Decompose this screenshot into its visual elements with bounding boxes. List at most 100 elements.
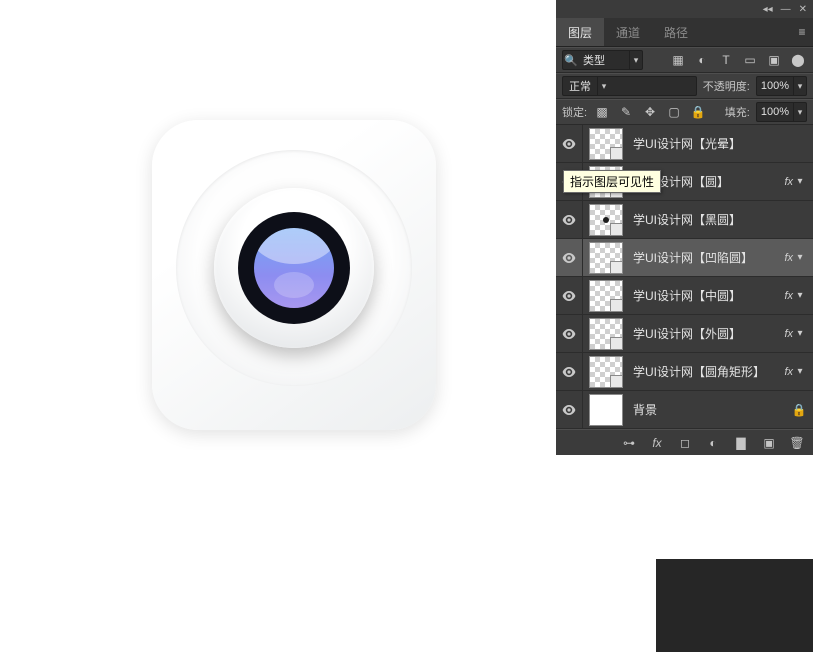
lock-transparent-icon[interactable]: ▩	[593, 103, 611, 121]
eye-icon	[562, 405, 576, 415]
layer-visibility-toggle[interactable]	[556, 125, 583, 162]
layer-visibility-toggle[interactable]	[556, 201, 583, 238]
shape-filter-icon[interactable]: ▭	[741, 51, 759, 69]
chevron-down-icon[interactable]: ▾	[793, 328, 807, 339]
layer-visibility-toggle[interactable]	[556, 353, 583, 390]
eye-icon	[562, 367, 576, 377]
tab-paths[interactable]: 路径	[652, 18, 700, 46]
chevron-down-icon: ▾	[793, 77, 806, 95]
layer-name-label: 学UI设计网【凹陷圆】	[633, 249, 780, 266]
layer-kind-filter[interactable]: 🔍 类型 ▾	[562, 50, 643, 70]
layer-thumbnail[interactable]	[589, 280, 623, 312]
layer-row[interactable]: 学UI设计网【圆角矩形】 fx▾	[556, 353, 813, 391]
layer-thumbnail[interactable]	[589, 204, 623, 236]
link-icon[interactable]: ⊶	[621, 436, 637, 450]
type-filter-icon[interactable]: T	[717, 51, 735, 69]
artwork	[152, 120, 442, 440]
layer-name-label: 背景	[633, 401, 791, 418]
adjust-icon[interactable]: ◐	[705, 436, 721, 450]
eye-icon	[562, 139, 576, 149]
layer-thumbnail[interactable]	[589, 242, 623, 274]
lens-reflection	[274, 272, 314, 298]
layer-kind-label: 类型	[579, 52, 629, 68]
smart-filter-icon[interactable]: ▣	[765, 51, 783, 69]
layer-thumbnail[interactable]	[589, 356, 623, 388]
chevron-down-icon: ▾	[629, 51, 642, 69]
lock-label: 锁定:	[562, 104, 587, 120]
layer-row[interactable]: 学UI设计网【黑圆】	[556, 201, 813, 239]
tab-layers[interactable]: 图层	[556, 18, 604, 46]
panel-minimize-icon[interactable]: —	[781, 4, 791, 15]
lock-all-icon[interactable]: 🔒	[689, 103, 707, 121]
filter-toggle-icon[interactable]: ⬤	[789, 51, 807, 69]
fx-indicator-icon[interactable]: fx	[784, 366, 793, 378]
layer-row[interactable]: 学UI设计网【凹陷圆】 fx▾	[556, 239, 813, 277]
panel-menu-icon[interactable]: ≡	[791, 18, 813, 46]
layer-name-label: 学UI设计网【黑圆】	[633, 211, 807, 228]
layer-visibility-toggle[interactable]	[556, 391, 583, 428]
blend-mode-select[interactable]: 正常 ▾	[562, 76, 697, 96]
eye-icon	[562, 215, 576, 225]
layer-thumbnail[interactable]	[589, 394, 623, 426]
layer-visibility-toggle[interactable]	[556, 315, 583, 352]
pixel-filter-icon[interactable]: ▦	[669, 51, 687, 69]
layer-visibility-toggle[interactable]	[556, 239, 583, 276]
trash-icon[interactable]: 🗑	[789, 436, 805, 450]
layer-filter-row: 🔍 类型 ▾ ▦ ◐ T ▭ ▣ ⬤	[556, 47, 813, 73]
search-icon: 🔍	[563, 54, 579, 67]
layer-row[interactable]: 学UI设计网【外圆】 fx▾	[556, 315, 813, 353]
lens-highlight	[254, 228, 334, 264]
new-layer-icon[interactable]: ▣	[761, 436, 777, 450]
app-background-strip	[656, 559, 813, 652]
lock-brush-icon[interactable]: ✎	[617, 103, 635, 121]
mask-icon[interactable]: ◻	[677, 436, 693, 450]
blend-opacity-row: 正常 ▾ 不透明度: 100% ▾	[556, 73, 813, 99]
layer-name-label: 学UI设计网【光晕】	[633, 135, 807, 152]
lock-position-icon[interactable]: ✥	[641, 103, 659, 121]
layer-name-label: 学UI设计网【圆角矩形】	[633, 363, 780, 380]
opacity-input[interactable]: 100% ▾	[756, 76, 807, 96]
fill-input[interactable]: 100% ▾	[756, 102, 807, 122]
layer-lens	[254, 228, 334, 308]
lock-icon: 🔒	[791, 403, 807, 417]
tab-channels[interactable]: 通道	[604, 18, 652, 46]
chevron-down-icon: ▾	[793, 103, 806, 121]
document-canvas[interactable]	[0, 0, 556, 652]
layer-name-label: 学UI设计网【中圆】	[633, 287, 780, 304]
fx-indicator-icon[interactable]: fx	[784, 176, 793, 188]
chevron-down-icon: ▾	[597, 77, 610, 95]
fill-label: 填充:	[725, 104, 750, 120]
layer-row[interactable]: 学UI设计网【中圆】 fx▾	[556, 277, 813, 315]
chevron-down-icon[interactable]: ▾	[793, 290, 807, 301]
fx-indicator-icon[interactable]: fx	[784, 328, 793, 340]
lock-fill-row: 锁定: ▩ ✎ ✥ ▢ 🔒 填充: 100% ▾	[556, 99, 813, 125]
adjust-filter-icon[interactable]: ◐	[693, 51, 711, 69]
layer-visibility-toggle[interactable]	[556, 277, 583, 314]
eye-icon	[562, 253, 576, 263]
chevron-down-icon[interactable]: ▾	[793, 176, 807, 187]
eye-icon	[562, 291, 576, 301]
fx-icon[interactable]: fx	[649, 436, 665, 450]
layer-row[interactable]: 学UI设计网【光晕】	[556, 125, 813, 163]
eye-icon	[562, 329, 576, 339]
layer-row[interactable]: 背景🔒	[556, 391, 813, 429]
layer-panel-bottombar: ⊶ fx ◻ ◐ ▇ ▣ 🗑	[556, 429, 813, 455]
fill-value: 100%	[757, 106, 793, 118]
fx-indicator-icon[interactable]: fx	[784, 252, 793, 264]
chevron-down-icon[interactable]: ▾	[793, 366, 807, 377]
panel-top-controls: ◂◂ — ✕	[556, 0, 813, 18]
layer-thumbnail[interactable]	[589, 318, 623, 350]
opacity-label: 不透明度:	[703, 78, 750, 94]
lock-artboard-icon[interactable]: ▢	[665, 103, 683, 121]
layer-thumbnail[interactable]	[589, 128, 623, 160]
panel-close-icon[interactable]: ✕	[799, 4, 807, 15]
visibility-tooltip: 指示图层可见性	[563, 170, 661, 193]
fx-indicator-icon[interactable]: fx	[784, 290, 793, 302]
layer-name-label: 学UI设计网【外圆】	[633, 325, 780, 342]
opacity-value: 100%	[757, 80, 793, 92]
blend-mode-value: 正常	[563, 78, 597, 94]
group-icon[interactable]: ▇	[733, 436, 749, 450]
panel-collapse-icon[interactable]: ◂◂	[763, 4, 773, 15]
layers-panel: ◂◂ — ✕ 图层 通道 路径 ≡ 🔍 类型 ▾ ▦ ◐ T ▭ ▣ ⬤ 正常 …	[556, 0, 813, 455]
chevron-down-icon[interactable]: ▾	[793, 252, 807, 263]
